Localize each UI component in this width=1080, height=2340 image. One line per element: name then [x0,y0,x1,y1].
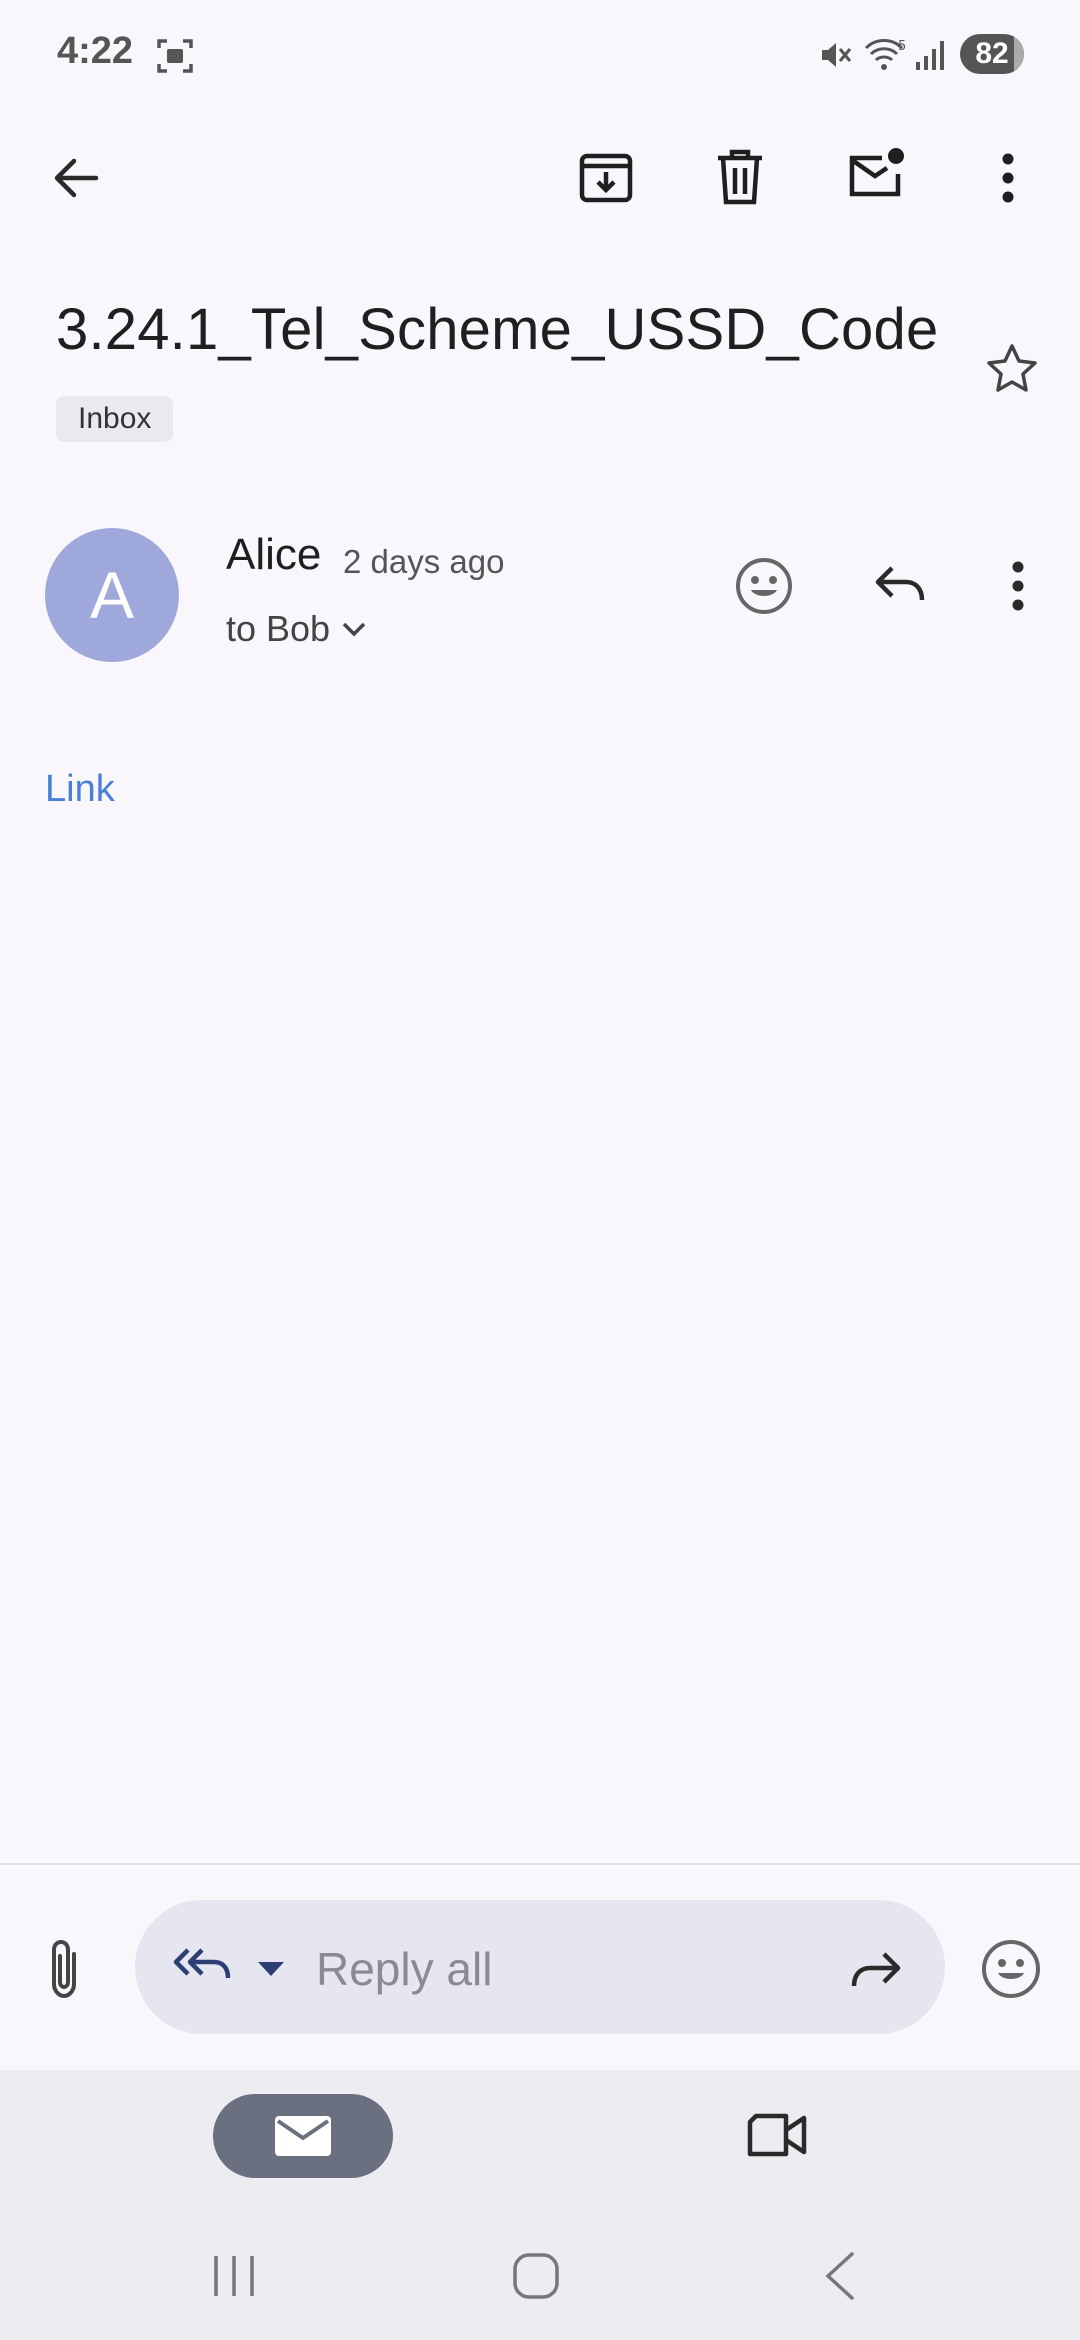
reply-mode-dropdown-icon[interactable] [256,1960,286,1978]
meet-tab[interactable] [746,2112,808,2158]
mail-tab[interactable] [213,2094,393,2178]
home-icon[interactable] [512,2252,560,2300]
more-vert-icon[interactable] [998,152,1018,204]
mark-unread-icon[interactable] [846,146,908,202]
reply-all-placeholder: Reply all [316,1943,493,1995]
email-subject: 3.24.1_Tel_Scheme_USSD_Code [56,297,939,362]
chevron-down-icon [340,619,368,639]
battery-indicator: 82 [960,34,1024,74]
mute-icon [818,38,854,72]
video-camera-icon [746,2112,808,2158]
attach-icon[interactable] [44,1938,84,2000]
reply-icon[interactable] [872,562,928,610]
recipient-details[interactable]: to Bob [226,608,368,650]
screenshot-icon [156,38,194,74]
message-time: 2 days ago [343,543,505,580]
mail-icon [274,2115,332,2157]
signal-icon [914,38,948,72]
add-reaction-icon[interactable] [734,556,794,616]
forward-icon[interactable] [848,1948,904,1994]
status-time: 4:22 [57,30,134,72]
recent-apps-icon[interactable] [210,2254,258,2298]
star-icon[interactable] [984,342,1040,398]
inbox-label: Inbox [56,396,174,442]
wifi-icon: 5 [864,36,910,74]
svg-text:5: 5 [898,39,906,54]
recipient-line: to Bob [226,608,331,649]
message-more-icon[interactable] [1008,560,1028,612]
emoji-icon[interactable] [980,1938,1042,2000]
reply-all-icon[interactable] [172,1944,236,1990]
back-icon[interactable] [822,2250,856,2302]
archive-icon[interactable] [578,148,634,206]
divider [0,1863,1080,1865]
avatar[interactable]: A [45,528,179,662]
body-link[interactable]: Link [45,768,115,811]
back-arrow-icon[interactable] [48,150,104,206]
delete-icon[interactable] [714,148,766,206]
sender-name: Alice [226,530,322,579]
